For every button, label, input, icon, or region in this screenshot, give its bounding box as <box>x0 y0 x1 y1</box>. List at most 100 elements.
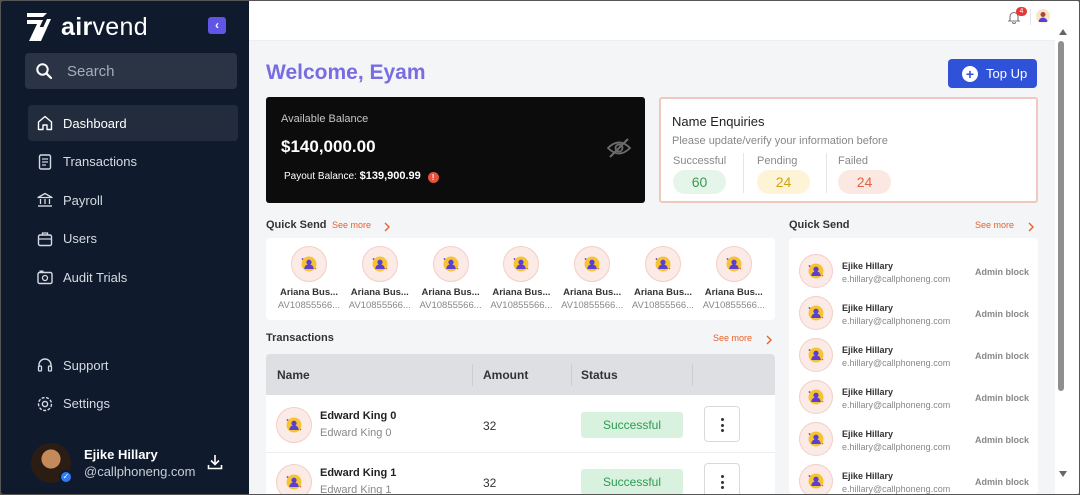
quick-send-contact[interactable]: Ariana Bus... AV10855566... <box>418 246 484 311</box>
eye-off-icon[interactable] <box>606 137 632 159</box>
column-header-amount[interactable]: Amount <box>483 368 528 382</box>
user-placeholder-icon <box>286 474 302 490</box>
chevron-right-icon[interactable] <box>383 222 391 232</box>
search-box[interactable] <box>25 53 237 89</box>
list-item[interactable]: Ejike Hillary e.hillary@callphoneng.com Ad… <box>789 290 1038 332</box>
quick-send-contact[interactable]: Ariana Bus... AV10855566... <box>347 246 413 311</box>
divider <box>743 153 744 193</box>
quick-send-list-see-more-link[interactable]: See more <box>975 220 1014 230</box>
user-profile[interactable]: ✓ Ejike Hillary @callphoneng.com <box>31 441 231 485</box>
avatar <box>291 246 327 282</box>
sidebar-item-support[interactable]: Support <box>28 347 238 383</box>
avatar <box>645 246 681 282</box>
sidebar-item-payroll[interactable]: Payroll <box>28 182 238 218</box>
successful-stat: Successful 60 <box>673 155 726 194</box>
status-badge: Successful <box>581 412 683 438</box>
logo-text: airvend <box>61 12 148 41</box>
top-up-button[interactable]: + Top Up <box>948 59 1037 88</box>
sidebar-item-settings[interactable]: Settings <box>28 386 238 422</box>
scroll-thumb[interactable] <box>1058 41 1064 391</box>
avatar[interactable] <box>1036 9 1050 23</box>
admin-block-button[interactable]: Admin block <box>975 477 1029 487</box>
column-header-name[interactable]: Name <box>277 368 310 382</box>
warning-icon[interactable]: ! <box>427 172 439 183</box>
quick-send-contact[interactable]: Ariana Bus... AV10855566... <box>276 246 342 311</box>
stat-value: 24 <box>757 170 810 194</box>
airvend-logo-icon <box>27 13 51 41</box>
list-item[interactable]: Ejike Hillary e.hillary@callphoneng.com Ad… <box>789 374 1038 416</box>
briefcase-icon <box>37 231 53 246</box>
chevron-right-icon[interactable] <box>765 335 773 345</box>
column-header-status[interactable]: Status <box>581 368 618 382</box>
transactions-see-more-link[interactable]: See more <box>713 333 752 343</box>
contact-name: Ariana Bus... <box>421 287 480 298</box>
stat-label: Pending <box>757 155 798 167</box>
quick-send-list-title: Quick Send <box>789 219 850 231</box>
user-placeholder-icon <box>584 256 600 272</box>
stat-value: 24 <box>838 170 891 194</box>
scroll-up-arrow-icon[interactable] <box>1059 29 1067 35</box>
sidebar-item-label: Settings <box>63 396 110 411</box>
quick-send-contact[interactable]: Ariana Bus... AV10855566... <box>701 246 767 311</box>
quick-send-contact[interactable]: Ariana Bus... AV10855566... <box>630 246 696 311</box>
chevron-right-icon[interactable] <box>1027 222 1035 232</box>
sidebar: airvend ‹ Dashboard Transactions Payroll <box>1 1 249 494</box>
search-icon <box>36 63 53 80</box>
logo: airvend <box>25 11 148 43</box>
avatar <box>799 380 833 414</box>
table-row[interactable]: Edward King 1 Edward King 1 32 Successful <box>266 453 775 494</box>
admin-block-button[interactable]: Admin block <box>975 267 1029 277</box>
search-input[interactable] <box>67 62 217 80</box>
sidebar-item-users[interactable]: Users <box>28 221 238 257</box>
avatar <box>799 254 833 288</box>
notification-button[interactable]: 4 <box>1007 7 1027 26</box>
list-item[interactable]: Ejike Hillary e.hillary@callphoneng.com Ad… <box>789 332 1038 374</box>
user-placeholder-icon <box>808 389 824 405</box>
list-item[interactable]: Ejike Hillary e.hillary@callphoneng.com Ad… <box>789 416 1038 458</box>
page-scrollbar[interactable] <box>1055 1 1079 494</box>
admin-block-button[interactable]: Admin block <box>975 393 1029 403</box>
download-icon[interactable] <box>205 452 225 472</box>
scroll-down-arrow-icon[interactable] <box>1059 471 1067 477</box>
contact-name: Ariana Bus... <box>350 287 409 298</box>
quick-send-contact[interactable]: Ariana Bus... AV10855566... <box>559 246 625 311</box>
quick-send-list: Ejike Hillary e.hillary@callphoneng.com Ad… <box>789 238 1038 494</box>
sidebar-item-label: Support <box>63 357 109 373</box>
avatar <box>799 338 833 372</box>
sidebar-item-audit-trials[interactable]: Audit Trials <box>28 259 238 295</box>
quick-send-contact[interactable]: Ariana Bus... AV10855566... <box>488 246 554 311</box>
gear-icon <box>37 396 53 411</box>
stat-label: Failed <box>838 155 868 167</box>
contact-name: Ejike Hillary <box>842 429 894 439</box>
contact-id: AV10855566... <box>419 300 482 311</box>
quick-send-see-more-link[interactable]: See more <box>332 220 371 230</box>
admin-block-button[interactable]: Admin block <box>975 435 1029 445</box>
row-menu-button[interactable] <box>704 463 740 494</box>
collapse-sidebar-button[interactable]: ‹ <box>208 17 226 34</box>
user-placeholder-icon <box>726 256 742 272</box>
table-row[interactable]: Edward King 0 Edward King 0 32 Successful <box>266 396 775 453</box>
quick-send-title: Quick Send <box>266 219 327 231</box>
sidebar-nav: Dashboard Transactions Payroll Users Aud… <box>28 105 238 298</box>
contact-email: e.hillary@callphoneng.com <box>842 274 951 284</box>
notification-count-badge: 4 <box>1016 7 1027 16</box>
user-placeholder-icon <box>808 473 824 489</box>
divider <box>1030 9 1031 25</box>
admin-block-button[interactable]: Admin block <box>975 351 1029 361</box>
admin-block-button[interactable]: Admin block <box>975 309 1029 319</box>
avatar <box>574 246 611 282</box>
transaction-amount: 32 <box>483 476 497 490</box>
sidebar-item-transactions[interactable]: Transactions <box>28 144 238 180</box>
list-item[interactable]: Ejike Hillary e.hillary@callphoneng.com Ad… <box>789 248 1038 290</box>
sidebar-item-dashboard[interactable]: Dashboard <box>28 105 238 141</box>
payout-balance: Payout Balance: $139,900.99 ! <box>284 170 439 183</box>
list-item[interactable]: Ejike Hillary e.hillary@callphoneng.com Ad… <box>789 458 1038 494</box>
plus-circle-icon: + <box>962 65 978 82</box>
avatar <box>276 464 312 494</box>
home-icon <box>37 115 53 131</box>
table-header: Name Amount Status <box>266 354 775 395</box>
top-bar: 4 <box>249 1 1055 41</box>
row-menu-button[interactable] <box>704 406 740 442</box>
contact-name: Ariana Bus... <box>704 287 763 298</box>
user-placeholder-icon <box>655 256 671 272</box>
